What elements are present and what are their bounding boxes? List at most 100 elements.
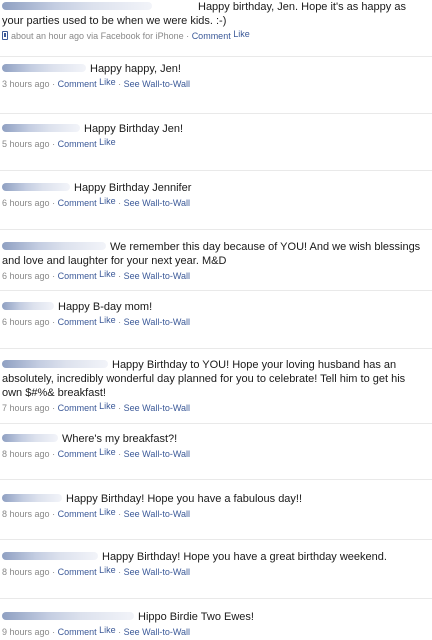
post-meta: 7 hours ago · Comment Like · See Wall-to… bbox=[2, 401, 428, 414]
author-name[interactable] bbox=[2, 551, 98, 561]
meta-separator: · bbox=[52, 198, 56, 208]
post-meta: 8 hours ago · Comment Like · See Wall-to… bbox=[2, 565, 428, 578]
divider bbox=[0, 479, 432, 480]
wall-post: Happy Birthday to YOU! Hope your loving … bbox=[0, 358, 432, 414]
wall-to-wall-link[interactable]: See Wall-to-Wall bbox=[124, 509, 190, 519]
divider bbox=[0, 598, 432, 599]
author-name[interactable] bbox=[2, 433, 58, 443]
post-time[interactable]: 6 hours ago bbox=[2, 271, 50, 281]
meta-separator: · bbox=[52, 567, 56, 577]
meta-separator: · bbox=[52, 403, 56, 413]
post-message-row: Happy birthday, Jen. Hope it's as happy … bbox=[2, 0, 428, 28]
comment-link[interactable]: Comment bbox=[58, 449, 97, 459]
post-message: Happy Birthday Jennifer bbox=[74, 182, 192, 194]
meta-separator: · bbox=[52, 317, 56, 327]
wall-to-wall-link[interactable]: See Wall-to-Wall bbox=[124, 79, 190, 89]
like-link[interactable]: Like bbox=[99, 565, 116, 575]
wall-post: Happy birthday, Jen. Hope it's as happy … bbox=[0, 0, 432, 42]
post-message-row: Happy Birthday! Hope you have a great bi… bbox=[2, 550, 428, 564]
post-time[interactable]: 5 hours ago bbox=[2, 139, 50, 149]
post-meta: 8 hours ago · Comment Like · See Wall-to… bbox=[2, 507, 428, 520]
post-via[interactable]: via Facebook for iPhone bbox=[87, 31, 184, 41]
comment-link[interactable]: Comment bbox=[58, 403, 97, 413]
meta-separator: · bbox=[186, 31, 190, 41]
wall-post: Hippo Birdie Two Ewes! 9 hours ago · Com… bbox=[0, 610, 432, 638]
author-name[interactable] bbox=[2, 611, 134, 621]
meta-separator: · bbox=[118, 403, 122, 413]
author-name[interactable] bbox=[2, 1, 194, 11]
post-message-row: We remember this day because of YOU! And… bbox=[2, 240, 428, 268]
post-time[interactable]: 6 hours ago bbox=[2, 198, 50, 208]
like-link[interactable]: Like bbox=[99, 269, 116, 279]
post-message: Hippo Birdie Two Ewes! bbox=[138, 611, 254, 623]
meta-separator: · bbox=[52, 627, 56, 637]
meta-separator: · bbox=[118, 627, 122, 637]
wall-post: Happy Birthday! Hope you have a fabulous… bbox=[0, 492, 432, 520]
post-time[interactable]: 8 hours ago bbox=[2, 567, 50, 577]
post-time[interactable]: 3 hours ago bbox=[2, 79, 50, 89]
like-link[interactable]: Like bbox=[99, 447, 116, 457]
post-time[interactable]: 6 hours ago bbox=[2, 317, 50, 327]
wall-to-wall-link[interactable]: See Wall-to-Wall bbox=[124, 198, 190, 208]
meta-separator: · bbox=[118, 198, 122, 208]
post-message: Happy Birthday! Hope you have a fabulous… bbox=[66, 493, 303, 505]
wall-to-wall-link[interactable]: See Wall-to-Wall bbox=[124, 449, 190, 459]
wall-to-wall-link[interactable]: See Wall-to-Wall bbox=[124, 271, 190, 281]
post-message-row: Happy happy, Jen! bbox=[2, 62, 428, 76]
wall-post: Happy Birthday Jennifer 6 hours ago · Co… bbox=[0, 181, 432, 209]
meta-separator: · bbox=[118, 509, 122, 519]
like-link[interactable]: Like bbox=[99, 77, 116, 87]
wall-to-wall-link[interactable]: See Wall-to-Wall bbox=[124, 403, 190, 413]
divider bbox=[0, 348, 432, 349]
comment-link[interactable]: Comment bbox=[58, 198, 97, 208]
post-time[interactable]: 9 hours ago bbox=[2, 627, 50, 637]
like-link[interactable]: Like bbox=[99, 625, 116, 635]
author-name[interactable] bbox=[2, 493, 62, 503]
meta-separator: · bbox=[52, 449, 56, 459]
divider bbox=[0, 539, 432, 540]
post-meta: 9 hours ago · Comment Like · See Wall-to… bbox=[2, 625, 428, 638]
like-link[interactable]: Like bbox=[99, 196, 116, 206]
comment-link[interactable]: Comment bbox=[58, 139, 97, 149]
comment-link[interactable]: Comment bbox=[58, 627, 97, 637]
author-name[interactable] bbox=[2, 182, 70, 192]
comment-link[interactable]: Comment bbox=[58, 271, 97, 281]
divider bbox=[0, 290, 432, 291]
wall-to-wall-link[interactable]: See Wall-to-Wall bbox=[124, 317, 190, 327]
wall-post: We remember this day because of YOU! And… bbox=[0, 240, 432, 282]
wall-to-wall-link[interactable]: See Wall-to-Wall bbox=[124, 567, 190, 577]
like-link[interactable]: Like bbox=[99, 315, 116, 325]
post-time[interactable]: 8 hours ago bbox=[2, 509, 50, 519]
post-message-row: Happy Birthday! Hope you have a fabulous… bbox=[2, 492, 428, 506]
post-time[interactable]: 8 hours ago bbox=[2, 449, 50, 459]
post-meta: 6 hours ago · Comment Like · See Wall-to… bbox=[2, 269, 428, 282]
like-link[interactable]: Like bbox=[233, 29, 250, 39]
meta-separator: · bbox=[118, 449, 122, 459]
post-message: Happy Birthday Jen! bbox=[84, 123, 184, 135]
comment-link[interactable]: Comment bbox=[58, 567, 97, 577]
post-time[interactable]: about an hour ago bbox=[11, 31, 84, 41]
post-meta: 8 hours ago · Comment Like · See Wall-to… bbox=[2, 447, 428, 460]
like-link[interactable]: Like bbox=[99, 137, 116, 147]
author-name[interactable] bbox=[2, 241, 106, 251]
divider bbox=[0, 423, 432, 424]
author-name[interactable] bbox=[2, 123, 80, 133]
comment-link[interactable]: Comment bbox=[58, 317, 97, 327]
author-name[interactable] bbox=[2, 301, 54, 311]
post-message-row: Happy B-day mom! bbox=[2, 300, 428, 314]
comment-link[interactable]: Comment bbox=[58, 79, 97, 89]
wall-post: Happy happy, Jen! 3 hours ago · Comment … bbox=[0, 62, 432, 90]
like-link[interactable]: Like bbox=[99, 507, 116, 517]
comment-link[interactable]: Comment bbox=[58, 509, 97, 519]
post-meta: about an hour ago via Facebook for iPhon… bbox=[2, 29, 428, 42]
post-time[interactable]: 7 hours ago bbox=[2, 403, 50, 413]
author-name[interactable] bbox=[2, 63, 86, 73]
like-link[interactable]: Like bbox=[99, 401, 116, 411]
meta-separator: · bbox=[52, 139, 56, 149]
meta-separator: · bbox=[118, 79, 122, 89]
author-name[interactable] bbox=[2, 359, 108, 369]
post-meta: 3 hours ago · Comment Like · See Wall-to… bbox=[2, 77, 428, 90]
comment-link[interactable]: Comment bbox=[192, 31, 231, 41]
wall-to-wall-link[interactable]: See Wall-to-Wall bbox=[124, 627, 190, 637]
post-meta: 6 hours ago · Comment Like · See Wall-to… bbox=[2, 196, 428, 209]
